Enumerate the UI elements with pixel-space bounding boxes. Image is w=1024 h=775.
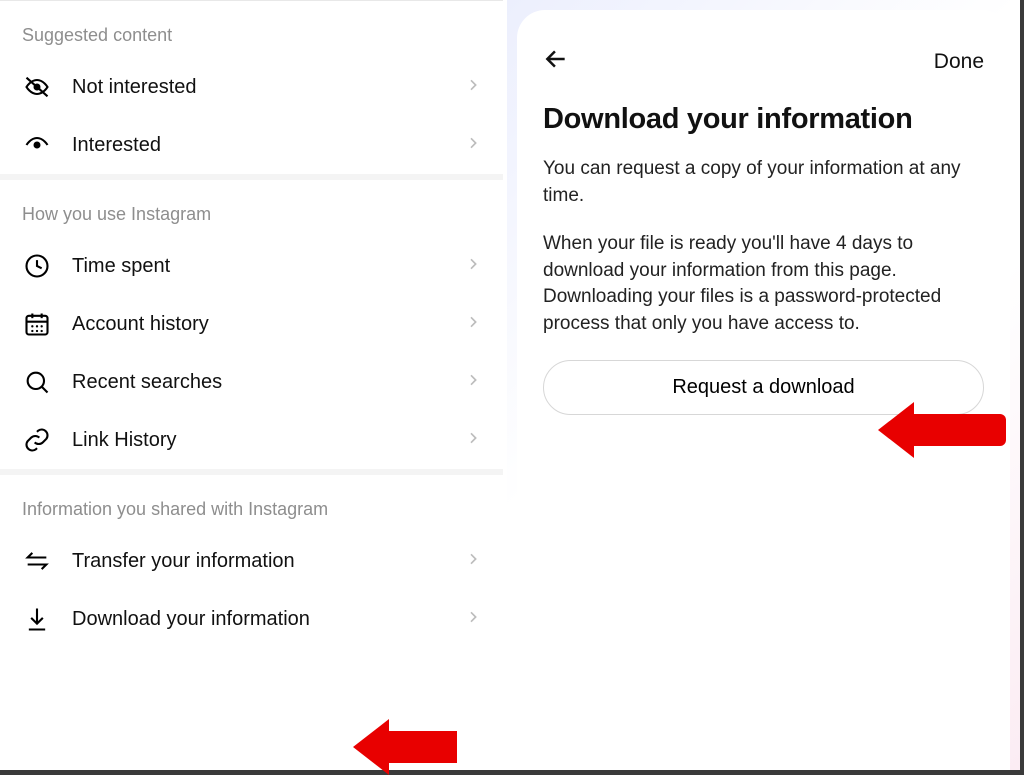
chevron-right-icon (465, 551, 481, 572)
chevron-right-icon (465, 609, 481, 630)
row-label: Interested (72, 134, 445, 157)
annotation-arrow-icon (353, 719, 457, 775)
row-label: Download your information (72, 608, 445, 631)
eye-off-icon (22, 72, 52, 102)
chevron-right-icon (465, 256, 481, 277)
row-recent-searches[interactable]: Recent searches (0, 353, 503, 411)
row-label: Recent searches (72, 371, 445, 394)
section-title-usage: How you use Instagram (0, 180, 503, 237)
done-button[interactable]: Done (934, 50, 984, 74)
row-label: Not interested (72, 76, 445, 99)
chevron-right-icon (465, 372, 481, 393)
calendar-icon (22, 309, 52, 339)
annotation-arrow-icon (878, 402, 1006, 458)
clock-icon (22, 251, 52, 281)
section-title-info-shared: Information you shared with Instagram (0, 475, 503, 532)
search-icon (22, 367, 52, 397)
row-time-spent[interactable]: Time spent (0, 237, 503, 295)
link-icon (22, 425, 52, 455)
row-label: Time spent (72, 255, 445, 278)
row-link-history[interactable]: Link History (0, 411, 503, 469)
download-info-pane: Done Download your information You can r… (507, 0, 1020, 770)
transfer-icon (22, 546, 52, 576)
row-account-history[interactable]: Account history (0, 295, 503, 353)
row-transfer-info[interactable]: Transfer your information (0, 532, 503, 590)
chevron-right-icon (465, 135, 481, 156)
page-title: Download your information (543, 103, 984, 136)
settings-list-pane: Suggested content Not interested Interes… (0, 0, 507, 770)
back-button[interactable] (543, 46, 569, 77)
download-icon (22, 604, 52, 634)
row-label: Account history (72, 313, 445, 336)
chevron-right-icon (465, 430, 481, 451)
row-download-info[interactable]: Download your information (0, 590, 503, 648)
row-label: Transfer your information (72, 550, 445, 573)
intro-paragraph-2: When your file is ready you'll have 4 da… (543, 231, 983, 337)
intro-paragraph-1: You can request a copy of your informati… (543, 156, 983, 209)
row-not-interested[interactable]: Not interested (0, 58, 503, 116)
row-label: Link History (72, 429, 445, 452)
chevron-right-icon (465, 314, 481, 335)
eye-icon (22, 130, 52, 160)
section-title-suggested: Suggested content (0, 1, 503, 58)
row-interested[interactable]: Interested (0, 116, 503, 174)
chevron-right-icon (465, 77, 481, 98)
